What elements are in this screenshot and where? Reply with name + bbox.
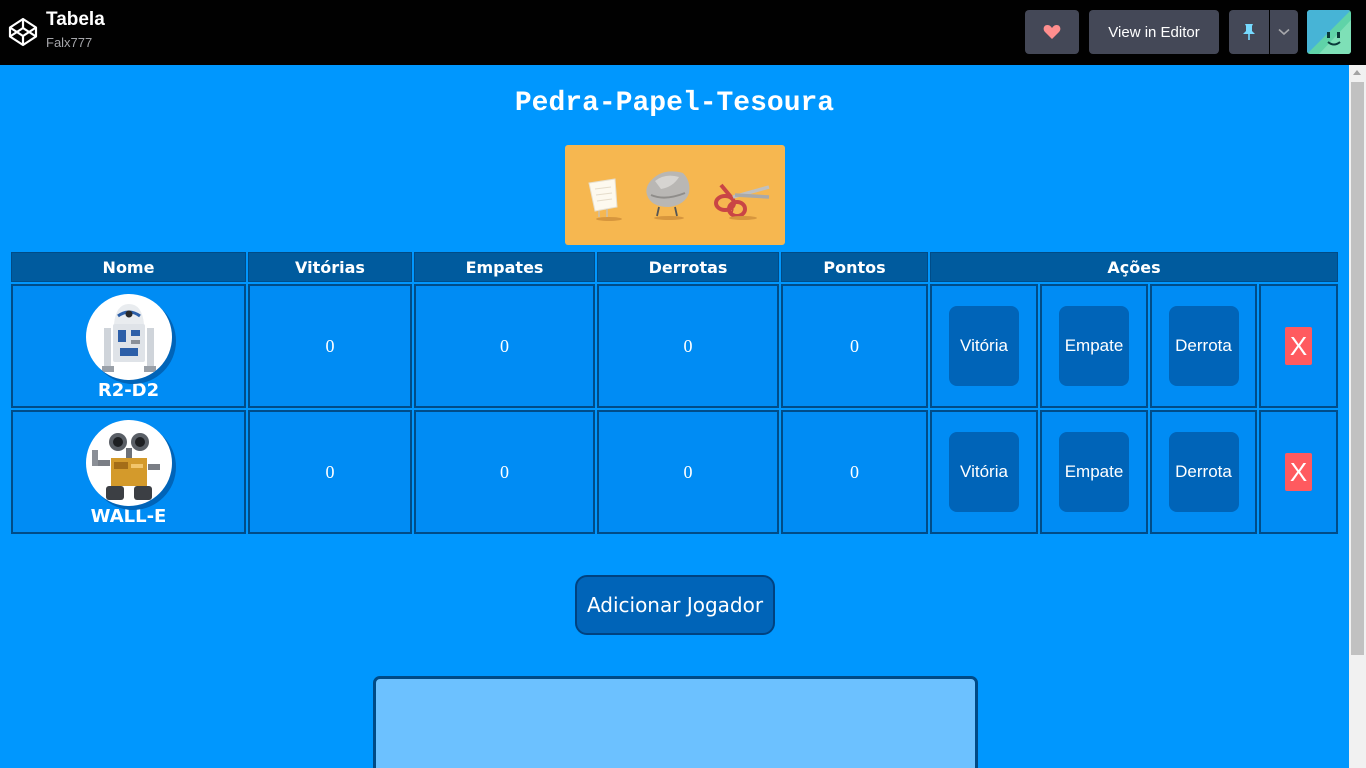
player-name: R2-D2: [97, 379, 160, 401]
action-cell: Derrota: [1150, 410, 1257, 534]
empates-cell: 0: [414, 284, 595, 408]
header-empates: Empates: [414, 252, 595, 282]
new-player-panel: [373, 676, 978, 768]
like-button[interactable]: [1025, 10, 1079, 54]
vertical-scrollbar[interactable]: [1349, 65, 1366, 768]
action-cell: Empate: [1040, 410, 1148, 534]
table-header-row: Nome Vitórias Empates Derrotas Pontos Aç…: [11, 252, 1338, 282]
empate-button[interactable]: Empate: [1059, 432, 1129, 512]
pontos-cell: 0: [781, 410, 928, 534]
page-title: Pedra-Papel-Tesoura: [514, 88, 835, 119]
header-vitorias: Vitórias: [248, 252, 412, 282]
vitoria-button[interactable]: Vitória: [949, 432, 1019, 512]
scroll-thumb[interactable]: [1351, 82, 1364, 655]
action-cell: X: [1259, 284, 1338, 408]
derrotas-cell: 0: [597, 284, 779, 408]
header-derrotas: Derrotas: [597, 252, 779, 282]
vitoria-button[interactable]: Vitória: [949, 306, 1019, 386]
player-cell: WALL-E: [11, 410, 246, 534]
action-cell: Empate: [1040, 284, 1148, 408]
scroll-up-arrow-icon[interactable]: [1353, 70, 1361, 75]
header-nome: Nome: [11, 252, 246, 282]
derrotas-cell: 0: [597, 410, 779, 534]
action-cell: Vitória: [930, 410, 1038, 534]
heart-icon: [1043, 25, 1061, 39]
user-avatar[interactable]: [1307, 10, 1351, 54]
pen-author[interactable]: Falx777: [46, 35, 92, 50]
header-pontos: Pontos: [781, 252, 928, 282]
paper-icon: [588, 178, 622, 221]
pontos-cell: 0: [781, 284, 928, 408]
empate-button[interactable]: Empate: [1059, 306, 1129, 386]
table-row: WALL-E 0 0 0 0 Vitória Empate Derrota X: [11, 410, 1338, 534]
score-table: Nome Vitórias Empates Derrotas Pontos Aç…: [9, 250, 1340, 536]
player-avatar-r2d2: [85, 293, 172, 380]
rock-paper-scissors-image: [565, 145, 785, 245]
player-name: WALL-E: [90, 505, 167, 527]
derrota-button[interactable]: Derrota: [1168, 432, 1239, 512]
action-cell: X: [1259, 410, 1338, 534]
header-acoes: Ações: [930, 252, 1338, 282]
vitorias-cell: 0: [248, 410, 412, 534]
player-cell: R2-D2: [11, 284, 246, 408]
pin-dropdown-button[interactable]: [1270, 10, 1298, 54]
chevron-down-icon: [1278, 28, 1290, 36]
action-cell: Vitória: [930, 284, 1038, 408]
codepen-top-bar: Tabela Falx777 View in Editor: [0, 0, 1366, 65]
pin-icon: [1243, 24, 1255, 40]
add-player-button[interactable]: Adicionar Jogador: [575, 575, 775, 635]
pin-button[interactable]: [1229, 10, 1269, 54]
pen-title[interactable]: Tabela: [46, 9, 105, 31]
view-in-editor-button[interactable]: View in Editor: [1089, 10, 1219, 54]
empates-cell: 0: [414, 410, 595, 534]
derrota-button[interactable]: Derrota: [1168, 306, 1239, 386]
remove-player-button[interactable]: X: [1285, 453, 1312, 491]
vitorias-cell: 0: [248, 284, 412, 408]
action-cell: Derrota: [1150, 284, 1257, 408]
rock-icon: [646, 171, 690, 220]
codepen-logo-icon[interactable]: [8, 17, 38, 47]
player-avatar-wall-e: [85, 419, 172, 506]
scissors-icon: [714, 183, 770, 220]
remove-player-button[interactable]: X: [1285, 327, 1312, 365]
table-row: R2-D2 0 0 0 0 Vitória Empate Derrota X: [11, 284, 1338, 408]
